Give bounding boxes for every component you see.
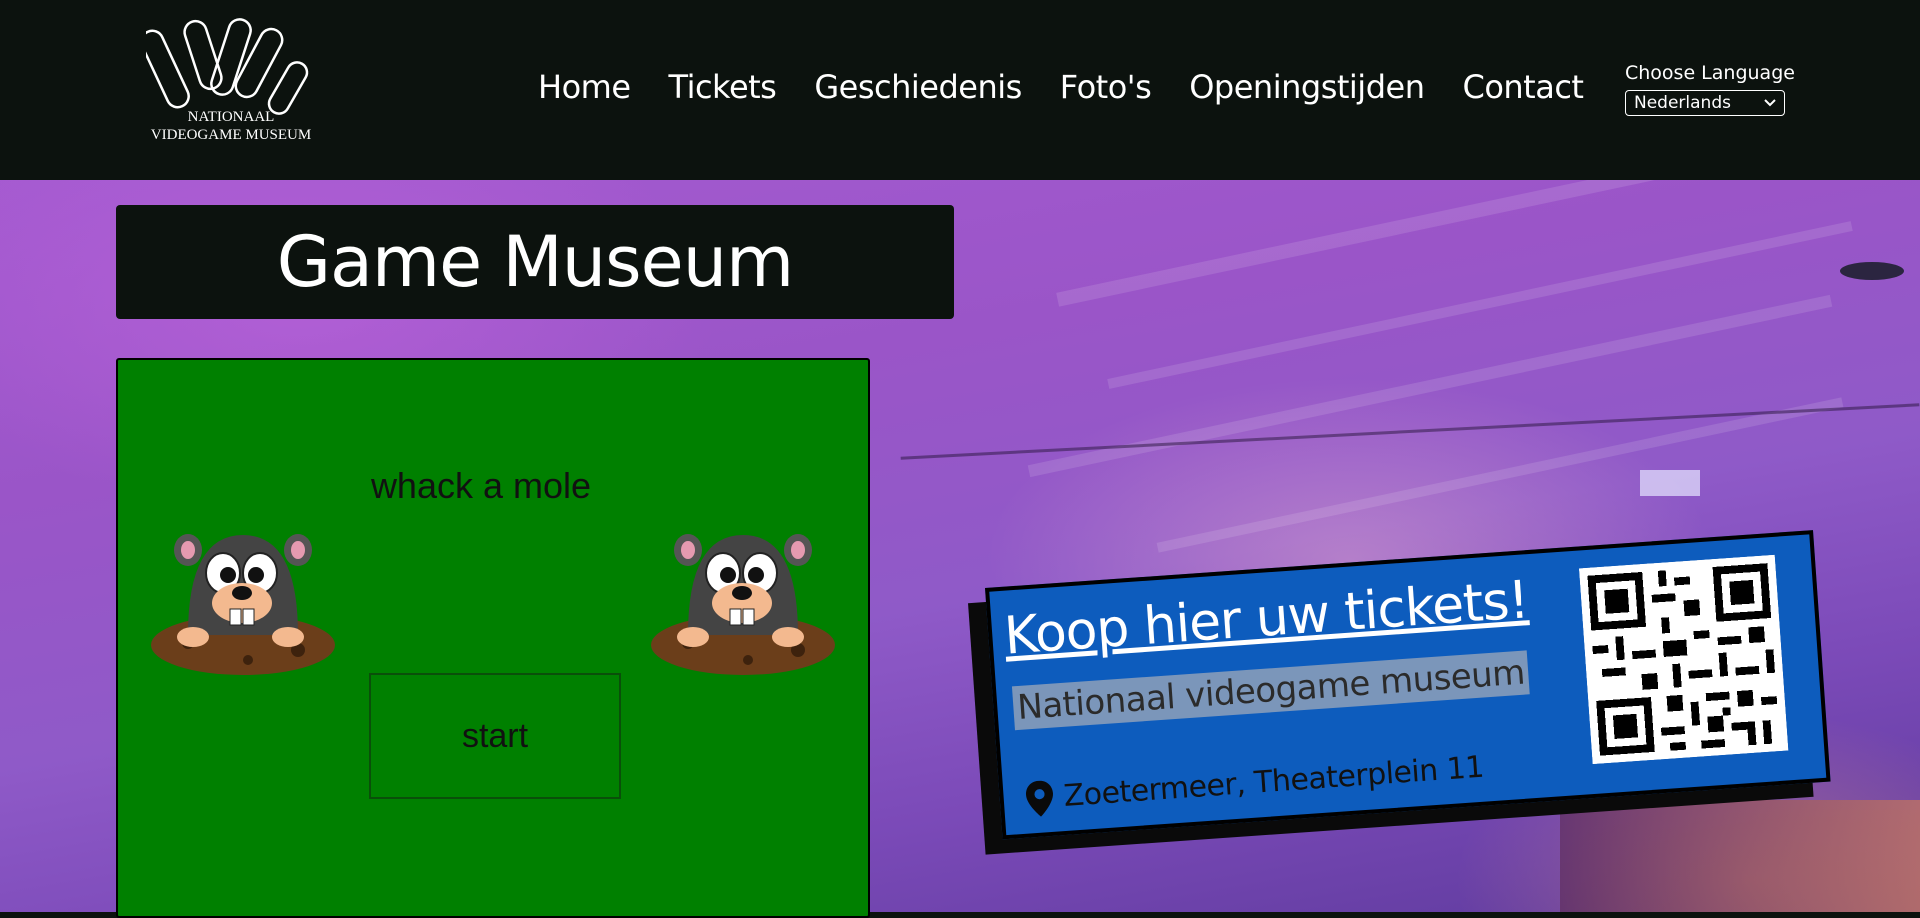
language-select[interactable]: Nederlands — [1625, 90, 1785, 116]
arcade-area — [1560, 800, 1920, 912]
main-nav: Home Tickets Geschiedenis Foto's Opening… — [538, 68, 1584, 106]
museum-logo[interactable]: NATIONAAL VIDEOGAME MUSEUM — [140, 16, 322, 146]
location-pin-icon — [1026, 780, 1053, 817]
hands-logo-icon — [140, 18, 309, 115]
page-title-box: Game Museum — [116, 205, 954, 319]
chevron-down-icon — [1764, 99, 1776, 107]
ceiling-fixture — [1640, 470, 1700, 496]
nav-home[interactable]: Home — [538, 68, 631, 106]
language-selected: Nederlands — [1634, 93, 1731, 113]
museum-address: Zoetermeer, Theaterplein 11 — [1062, 749, 1485, 814]
logo-line-2: VIDEOGAME MUSEUM — [150, 127, 312, 143]
logo-line-1: NATIONAAL — [187, 109, 275, 125]
page-title: Game Museum — [276, 221, 794, 303]
buy-tickets-link[interactable]: Koop hier uw tickets! — [1002, 570, 1530, 666]
museum-name: Nationaal videogame museum — [1011, 650, 1531, 731]
language-chooser: Choose Language Nederlands — [1625, 62, 1795, 116]
site-header: NATIONAAL VIDEOGAME MUSEUM Home Tickets … — [0, 0, 1920, 180]
whack-a-mole-game: whack a mole start — [116, 358, 870, 918]
nav-contact[interactable]: Contact — [1462, 68, 1584, 106]
qr-code-icon[interactable] — [1579, 554, 1789, 765]
nav-openingstijden[interactable]: Openingstijden — [1189, 68, 1425, 106]
game-title: whack a mole — [370, 465, 592, 506]
mole-right[interactable] — [648, 525, 838, 685]
nav-geschiedenis[interactable]: Geschiedenis — [814, 68, 1022, 106]
language-label: Choose Language — [1625, 62, 1795, 84]
nav-tickets[interactable]: Tickets — [669, 68, 777, 106]
start-button[interactable]: start — [369, 673, 621, 799]
nav-fotos[interactable]: Foto's — [1060, 68, 1152, 106]
mole-left[interactable] — [148, 525, 338, 685]
ceiling-light — [1840, 262, 1904, 280]
